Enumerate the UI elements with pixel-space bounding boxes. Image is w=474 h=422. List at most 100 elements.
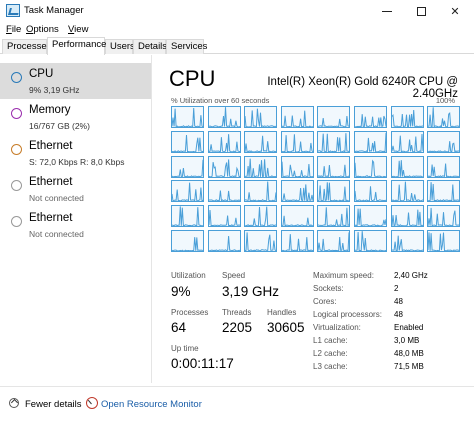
ethernet-circle-icon	[11, 180, 22, 191]
logical-processor-graph	[390, 205, 424, 228]
logical-processor-graph	[207, 180, 241, 203]
logical-processor-graph	[207, 230, 241, 252]
page-title: CPU	[169, 66, 216, 91]
maximize-button[interactable]	[404, 0, 438, 22]
logical-processor-graph	[171, 106, 204, 128]
processes-value: 64	[171, 320, 187, 335]
uptime-value: 0:00:11:17	[171, 356, 234, 371]
logical-processor-graph	[207, 155, 241, 178]
logical-processor-graph	[390, 106, 424, 128]
resource-detail: 16/767 GB (2%)	[29, 121, 90, 131]
spec-label: L1 cache:	[313, 336, 348, 345]
resource-name: Memory	[29, 104, 71, 116]
spec-value: 3,0 MB	[394, 336, 420, 345]
resource-monitor-icon	[86, 397, 98, 409]
logical-processor-graph	[354, 180, 387, 203]
logical-processor-graph	[244, 130, 278, 153]
tab-users[interactable]: Users	[105, 39, 135, 54]
logical-processor-graph	[171, 230, 204, 252]
logical-processor-graph	[317, 130, 351, 153]
threads-value: 2205	[222, 320, 253, 335]
window-title: Task Manager	[24, 5, 84, 16]
tab-processes[interactable]: Processes	[2, 39, 51, 54]
logical-processor-graph	[427, 106, 461, 128]
resource-name: Ethernet	[29, 212, 73, 224]
spec-value: 48	[394, 310, 403, 319]
spec-value: 2,40 GHz	[394, 271, 428, 280]
logical-processor-graph	[390, 155, 424, 178]
maximize-icon	[416, 6, 426, 16]
menu-options[interactable]: Options	[26, 24, 59, 35]
logical-processor-graph	[280, 180, 314, 203]
fewer-details-link[interactable]: Fewer details	[25, 399, 82, 410]
chevron-up-icon[interactable]	[9, 398, 19, 408]
resource-name: Ethernet	[29, 140, 73, 152]
logical-processor-graph	[280, 106, 314, 128]
utilization-graph-label: % Utilization over 60 seconds	[171, 96, 270, 105]
menu-view[interactable]: View	[68, 24, 88, 35]
title-bar: Task Manager ✕	[0, 0, 474, 22]
logical-processor-graph	[280, 130, 314, 153]
resource-cpu[interactable]: CPU 9% 3,19 GHz	[0, 63, 151, 99]
footer: Fewer details Open Resource Monitor	[0, 386, 474, 422]
resource-ethernet-1[interactable]: Ethernet S: 72,0 Kbps R: 8,0 Kbps	[0, 135, 151, 171]
utilization-graph-max: 100%	[435, 96, 455, 105]
logical-processor-graph	[207, 106, 241, 128]
spec-value: 48	[394, 297, 403, 306]
resource-detail: 9% 3,19 GHz	[29, 85, 80, 95]
resource-ethernet-2[interactable]: Ethernet Not connected	[0, 171, 151, 207]
memory-circle-icon	[11, 108, 22, 119]
logical-processor-graph	[427, 230, 461, 252]
resource-detail: Not connected	[29, 229, 84, 239]
spec-label: Sockets:	[313, 284, 344, 293]
speed-label: Speed	[222, 271, 246, 280]
logical-processor-graph	[280, 205, 314, 228]
spec-value: Enabled	[394, 323, 424, 332]
logical-processor-graph	[317, 106, 351, 128]
spec-label: Cores:	[313, 297, 337, 306]
handles-label: Handles	[267, 308, 297, 317]
logical-processor-graph	[427, 180, 461, 203]
logical-processor-graph	[354, 230, 387, 252]
spec-value: 48,0 MB	[394, 349, 424, 358]
open-resource-monitor-link[interactable]: Open Resource Monitor	[101, 399, 202, 410]
resource-detail: Not connected	[29, 193, 84, 203]
logical-processor-graph	[171, 155, 204, 178]
logical-processor-graphs	[171, 106, 461, 252]
tab-details[interactable]: Details	[133, 39, 167, 54]
resource-ethernet-3[interactable]: Ethernet Not connected	[0, 207, 151, 243]
task-manager-icon	[6, 4, 20, 17]
logical-processor-graph	[317, 155, 351, 178]
logical-processor-graph	[244, 106, 278, 128]
logical-processor-graph	[244, 180, 278, 203]
spec-label: Virtualization:	[313, 323, 361, 332]
logical-processor-graph	[390, 130, 424, 153]
logical-processor-graph	[427, 130, 461, 153]
cpu-circle-icon	[11, 72, 22, 83]
close-icon: ✕	[450, 5, 460, 18]
resource-name: Ethernet	[29, 176, 73, 188]
ethernet-circle-icon	[11, 216, 22, 227]
tab-services[interactable]: Services	[166, 39, 207, 54]
minimize-icon	[382, 10, 392, 12]
minimize-button[interactable]	[370, 0, 404, 22]
logical-processor-graph	[280, 230, 314, 252]
spec-label: Logical processors:	[313, 310, 382, 319]
logical-processor-graph	[244, 230, 278, 252]
logical-processor-graph	[317, 180, 351, 203]
uptime-label: Up time	[171, 344, 199, 353]
spec-value: 2	[394, 284, 399, 293]
tab-performance[interactable]: Performance	[47, 37, 106, 55]
menu-file[interactable]: File	[6, 24, 21, 35]
logical-processor-graph	[354, 106, 387, 128]
logical-processor-graph	[207, 205, 241, 228]
logical-processor-graph	[171, 205, 204, 228]
logical-processor-graph	[354, 130, 387, 153]
resource-memory[interactable]: Memory 16/767 GB (2%)	[0, 99, 151, 135]
logical-processor-graph	[427, 155, 461, 178]
processes-label: Processes	[171, 308, 209, 317]
close-button[interactable]: ✕	[438, 0, 472, 22]
resource-list: CPU 9% 3,19 GHz Memory 16/767 GB (2%) Et…	[0, 55, 152, 383]
logical-processor-graph	[207, 130, 241, 153]
resource-detail: S: 72,0 Kbps R: 8,0 Kbps	[29, 157, 125, 167]
